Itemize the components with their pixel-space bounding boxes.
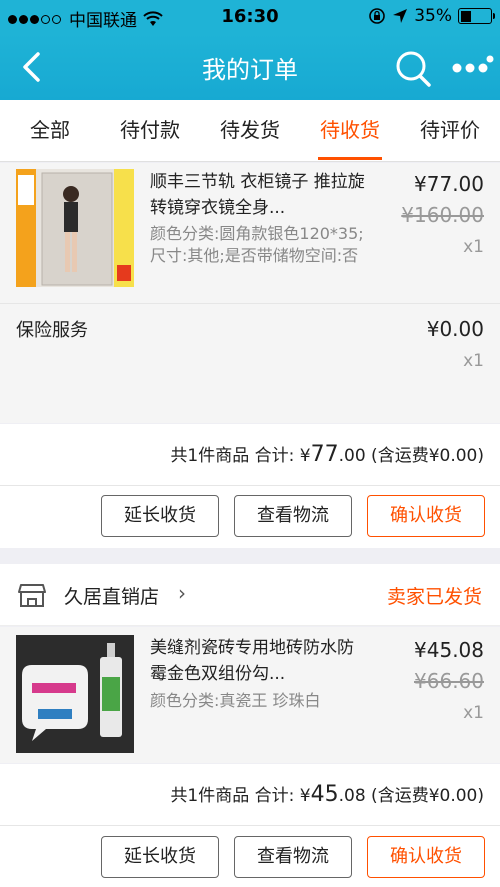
chevron-right-icon: › [178,581,186,605]
order-tabs: 全部 待付款 待发货 待收货 待评价 [0,100,500,162]
product-name[interactable]: 顺丰三节轨 衣柜镜子 推拉旋转镜穿衣镜全身... [150,169,370,221]
quantity: x1 [463,703,484,723]
product-sku: 颜色分类:圆角款银色120*35;尺寸:其他;是否带储物空间:否 [150,224,364,265]
total-decimal: .00 [338,446,366,466]
order1-product-row[interactable]: 顺丰三节轨 衣柜镜子 推拉旋转镜穿衣镜全身... 颜色分类:圆角款银色120*3… [0,163,500,303]
total-shipping: (含运费¥0.00) [365,446,484,466]
order2-actions: 延长收货 查看物流 确认收货 [0,826,500,887]
tab-all[interactable]: 全部 [0,100,100,161]
order2-shop-header[interactable]: 久居直销店 › 卖家已发货 [0,564,500,626]
battery-percent: 35% [414,6,452,26]
tab-pending-shipment[interactable]: 待发货 [200,100,300,161]
product-price: ¥45.08 [414,638,484,662]
order2-summary: 共1件商品 合计: ¥45.08 (含运费¥0.00) [0,764,500,826]
total-integer: 77 [310,442,339,467]
shop-icon [18,584,46,607]
extend-receipt-button[interactable]: 延长收货 [101,836,219,878]
quantity: x1 [463,237,484,257]
total-decimal: .08 [338,786,366,806]
total-prefix: 共1件商品 合计: ¥ [170,446,311,466]
order-total: 共1件商品 合计: ¥45.08 (含运费¥0.00) [170,781,484,807]
product-sku: 颜色分类:真瓷王 珍珠白 [150,691,321,710]
product-name[interactable]: 美缝剂瓷砖专用地砖防水防霉金色双组份勾... [150,635,370,687]
order-total: 共1件商品 合计: ¥77.00 (含运费¥0.00) [170,441,484,467]
more-icon[interactable] [448,54,496,80]
insurance-quantity: x1 [463,351,484,371]
order1-actions: 延长收货 查看物流 确认收货 [0,486,500,548]
product-price: ¥77.00 [414,172,484,196]
original-price: ¥66.60 [414,669,484,693]
status-bar: 中国联通 16:30 35% [0,0,500,34]
battery-icon [458,8,495,24]
insurance-name: 保险服务 [16,320,88,341]
product-image-mirror [16,169,134,287]
order2-product-row[interactable]: 美缝剂瓷砖专用地砖防水防霉金色双组份勾... 颜色分类:真瓷王 珍珠白 ¥45.… [0,627,500,763]
view-logistics-button[interactable]: 查看物流 [234,836,352,878]
total-shipping: (含运费¥0.00) [365,786,484,806]
total-integer: 45 [310,782,339,807]
insurance-price: ¥0.00 [426,317,484,341]
product-image-sealant [16,635,134,753]
view-logistics-button[interactable]: 查看物流 [234,495,352,537]
tab-pending-receipt[interactable]: 待收货 [300,100,400,161]
tab-pending-payment[interactable]: 待付款 [100,100,200,161]
location-icon [393,9,408,23]
confirm-receipt-button[interactable]: 确认收货 [367,836,485,878]
rotation-lock-icon [369,8,386,24]
total-prefix: 共1件商品 合计: ¥ [170,786,311,806]
confirm-receipt-button[interactable]: 确认收货 [367,495,485,537]
search-icon[interactable] [394,49,434,89]
original-price: ¥160.00 [401,203,484,227]
extend-receipt-button[interactable]: 延长收货 [101,495,219,537]
order1-summary: 共1件商品 合计: ¥77.00 (含运费¥0.00) [0,424,500,486]
order-status: 卖家已发货 [386,586,482,608]
nav-bar: 我的订单 [0,34,500,100]
tab-pending-review[interactable]: 待评价 [400,100,500,161]
insurance-row: 保险服务 ¥0.00 x1 [0,303,500,423]
shop-name[interactable]: 久居直销店 [64,582,159,609]
